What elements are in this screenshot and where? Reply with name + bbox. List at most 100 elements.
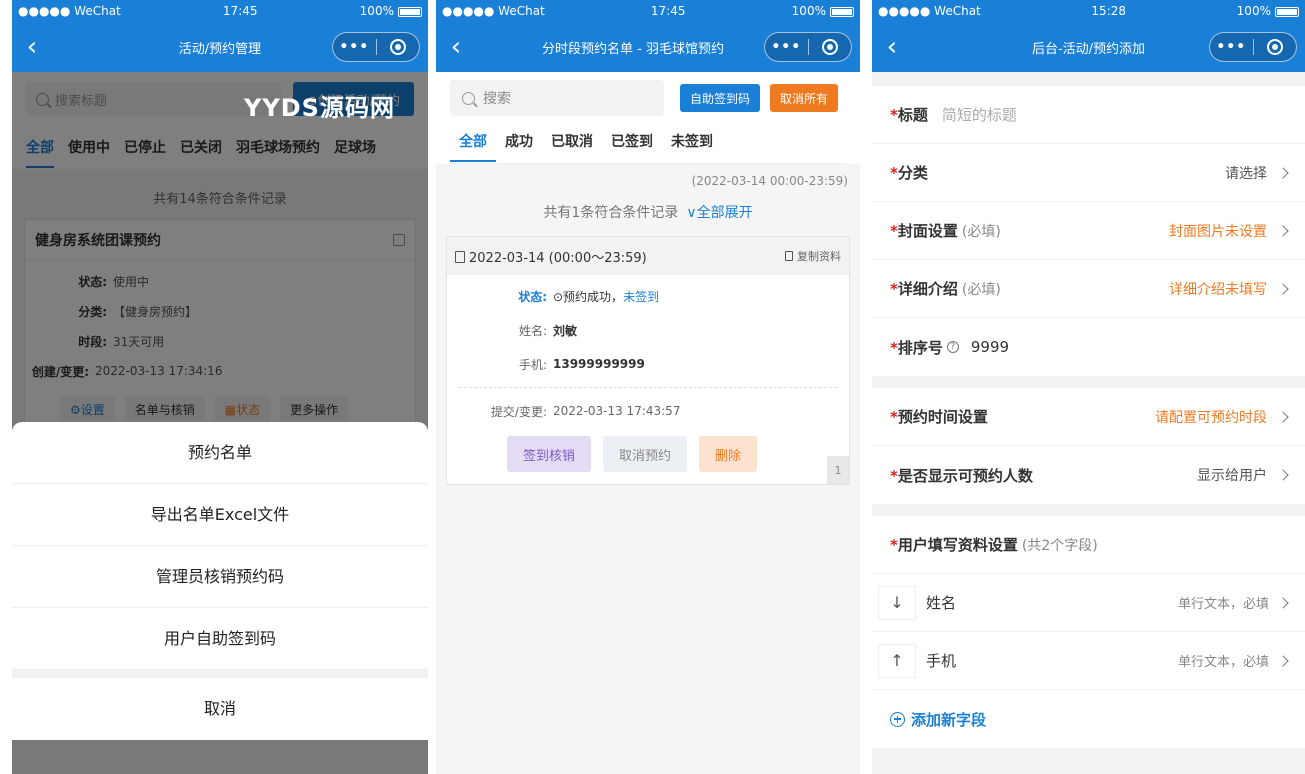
time-settings-group: *预约时间设置 请配置可预约时段 *是否显示可预约人数 显示给用户 (872, 388, 1305, 504)
show-count-field[interactable]: *是否显示可预约人数 显示给用户 (872, 446, 1305, 504)
add-circle-icon (890, 711, 905, 727)
close-target-icon[interactable] (377, 39, 420, 55)
order-field[interactable]: *排序号 ? 9999 (872, 318, 1305, 376)
category-field[interactable]: *分类 请选择 (872, 144, 1305, 202)
tab-not-checked-in[interactable]: 未签到 (662, 120, 722, 163)
nav-bar: ‹ 活动/预约管理 ••• (12, 22, 428, 72)
date-range: (2022-03-14 00:00-23:59) (691, 174, 848, 188)
page-number: 1 (827, 456, 849, 484)
sheet-item-export-excel[interactable]: 导出名单Excel文件 (12, 484, 428, 546)
field-name: 手机 (926, 652, 957, 670)
row-status: 状态: ⊙预约成功， 未签到 (518, 289, 660, 304)
title-field[interactable]: *标题 简短的标题 (872, 86, 1305, 144)
carrier-label: ●●●●● WeChat (878, 4, 981, 18)
tab-success[interactable]: 成功 (496, 120, 542, 163)
status-time: 15:28 (1091, 4, 1127, 18)
copy-icon (785, 251, 793, 261)
cover-field[interactable]: *封面设置 (必填) 封面图片未设置 (872, 202, 1305, 260)
carrier-label: ●●●●● WeChat (442, 4, 545, 18)
copy-info-button[interactable]: 复制资料 (785, 248, 841, 264)
mini-program-capsule: ••• (764, 32, 852, 62)
mini-program-capsule: ••• (1209, 32, 1297, 62)
chevron-right-icon (1277, 166, 1289, 179)
page-body: 搜索标题 ⊕创建活动/预约 全部 使用中 已停止 已关闭 羽毛球场预约 足球场 … (12, 72, 428, 774)
back-icon[interactable]: ‹ (12, 22, 52, 72)
page-body: 搜索 自助签到码 取消所有 全部 成功 已取消 已签到 未签到 (2022-03… (436, 72, 860, 774)
back-icon[interactable]: ‹ (436, 22, 476, 72)
cancel-booking-button[interactable]: 取消预约 (603, 436, 688, 472)
more-icon[interactable]: ••• (765, 39, 808, 55)
basic-info-group: *标题 简短的标题 *分类 请选择 *封面设置 (必填) 封面图片未设置 *详细介… (872, 86, 1305, 376)
record-count-text: 共有1条符合条件记录 (543, 205, 679, 221)
add-field-button[interactable]: 添加新字段 (872, 690, 1305, 748)
status-bar: ●●●●● WeChat 17:45 100% (12, 0, 428, 22)
card-header: 2022-03-14 (00:00～23:59) 复制资料 (447, 237, 849, 275)
more-icon[interactable]: ••• (1210, 39, 1253, 55)
cancel-all-button[interactable]: 取消所有 (770, 84, 839, 112)
field-name: 姓名 (926, 594, 957, 612)
user-fields-header: *用户填写资料设置 (共2个字段) (872, 516, 1305, 574)
sheet-item-self-checkin[interactable]: 用户自助签到码 (12, 608, 428, 670)
order-input[interactable]: 9999 (971, 338, 1009, 356)
delete-button[interactable]: 删除 (699, 436, 758, 472)
booking-date: 2022-03-14 (00:00～23:59) (455, 247, 647, 266)
nav-bar: ‹ 分时段预约名单 - 羽毛球馆预约 ••• (436, 22, 860, 72)
sheet-item-booking-list[interactable]: 预约名单 (12, 422, 428, 484)
chevron-right-icon (1277, 469, 1289, 481)
self-checkin-code-button[interactable]: 自助签到码 (680, 84, 761, 112)
battery-icon (829, 6, 854, 17)
battery-icon (397, 6, 422, 17)
back-icon[interactable]: ‹ (872, 22, 912, 72)
search-placeholder: 搜索 (483, 91, 511, 107)
tab-cancelled[interactable]: 已取消 (542, 120, 602, 163)
chevron-right-icon (1277, 410, 1289, 423)
detail-field[interactable]: *详细介绍 (必填) 详细介绍未填写 (872, 260, 1305, 318)
user-fields-group: *用户填写资料设置 (共2个字段) ↓ 姓名 单行文本，必填 ↑ 手机 单行文本，… (872, 516, 1305, 748)
phone-booking-list: ●●●●● WeChat 17:45 100% ‹ 分时段预约名单 - 羽毛球馆… (436, 0, 860, 774)
help-icon[interactable]: ? (946, 341, 959, 353)
carrier-label: ●●●●● WeChat (18, 4, 121, 18)
booking-card: 2022-03-14 (00:00～23:59) 复制资料 状态: ⊙预约成功，未… (446, 236, 850, 485)
chevron-right-icon (1277, 654, 1289, 667)
sheet-cancel-button[interactable]: 取消 (12, 678, 428, 740)
battery-icon (1274, 6, 1299, 17)
move-down-icon[interactable]: ↓ (878, 585, 916, 620)
action-sheet: 预约名单 导出名单Excel文件 管理员核销预约码 用户自助签到码 取消 (12, 422, 428, 740)
filter-tabs: 全部 成功 已取消 已签到 未签到 (450, 120, 846, 164)
expand-all-link[interactable]: ∨全部展开 (686, 205, 752, 221)
status-bar: ●●●●● WeChat 15:28 100% (872, 0, 1305, 22)
user-field-item[interactable]: ↓ 姓名 单行文本，必填 (872, 574, 1305, 632)
tab-checked-in[interactable]: 已签到 (602, 120, 662, 163)
row-submit-time: 提交/变更: 2022-03-13 17:43:57 (490, 404, 681, 419)
row-phone: 手机: 13999999999 (518, 357, 645, 372)
sheet-item-admin-verify[interactable]: 管理员核销预约码 (12, 546, 428, 608)
close-target-icon[interactable] (1254, 39, 1297, 55)
more-icon[interactable]: ••• (333, 39, 376, 55)
chevron-right-icon (1277, 596, 1289, 609)
search-icon (462, 91, 475, 105)
status-time: 17:45 (222, 4, 258, 18)
battery-indicator: 100% (792, 4, 854, 18)
status-bar: ●●●●● WeChat 17:45 100% (436, 0, 860, 22)
calendar-icon (455, 250, 465, 263)
status-time: 17:45 (650, 4, 686, 18)
user-field-item[interactable]: ↑ 手机 单行文本，必填 (872, 632, 1305, 690)
search-input[interactable]: 搜索 (450, 80, 664, 116)
checkin-verify-button[interactable]: 签到核销 (507, 436, 592, 472)
chevron-right-icon (1277, 282, 1289, 295)
row-name: 姓名: 刘敏 (518, 323, 578, 338)
phone-activity-add: ●●●●● WeChat 15:28 100% ‹ 后台-活动/预约添加 •••… (872, 0, 1305, 774)
mini-program-capsule: ••• (332, 32, 420, 62)
record-count: 共有1条符合条件记录 ∨全部展开 (436, 192, 860, 236)
chevron-right-icon (1277, 224, 1289, 237)
time-setting-field[interactable]: *预约时间设置 请配置可预约时段 (872, 388, 1305, 446)
battery-indicator: 100% (1237, 4, 1299, 18)
move-up-icon[interactable]: ↑ (878, 643, 916, 678)
form-body: *标题 简短的标题 *分类 请选择 *封面设置 (必填) 封面图片未设置 *详细介… (872, 72, 1305, 774)
tab-all[interactable]: 全部 (450, 120, 496, 163)
battery-indicator: 100% (360, 4, 422, 18)
nav-bar: ‹ 后台-活动/预约添加 ••• (872, 22, 1305, 72)
close-target-icon[interactable] (809, 39, 852, 55)
title-input[interactable]: 简短的标题 (942, 104, 1017, 125)
watermark: YYDS源码网 (244, 94, 395, 122)
